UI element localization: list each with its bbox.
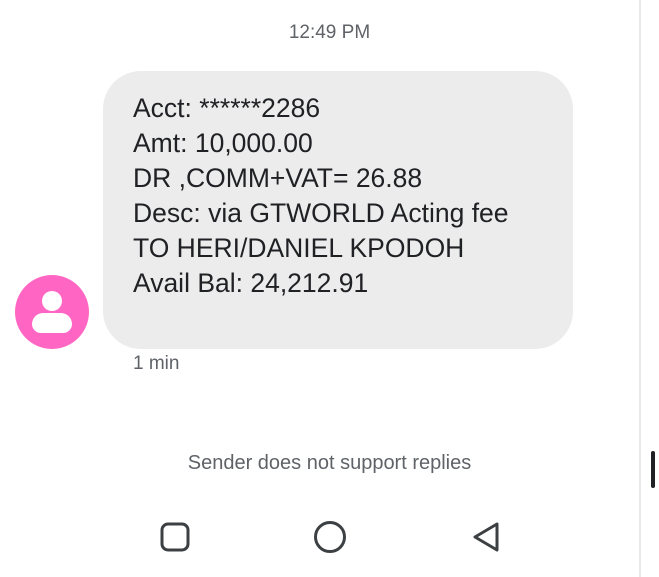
message-bubble[interactable]: Acct: ******2286 Amt: 10,000.00 DR ,COMM…	[103, 71, 573, 349]
sms-conversation-screen: 12:49 PM Acct: ******2286 Amt: 10,000.00…	[0, 0, 659, 577]
message-time-ago: 1 min	[133, 353, 180, 374]
person-icon-body	[32, 313, 72, 333]
message-line-account: Acct: ******2286	[133, 93, 321, 123]
message-timestamp: 12:49 PM	[288, 22, 371, 43]
recents-square-icon	[160, 522, 190, 552]
person-icon-head	[42, 291, 62, 311]
screen-edge-divider	[639, 0, 641, 577]
recents-button[interactable]	[155, 517, 195, 557]
back-triangle-icon	[473, 522, 499, 552]
scrollbar-thumb[interactable]	[651, 451, 655, 488]
message-line-description: Desc: via GTWORLD Acting fee	[133, 198, 509, 228]
message-line-amount: Amt: 10,000.00	[133, 128, 313, 158]
sender-avatar[interactable]	[15, 275, 89, 349]
message-line-charges: DR ,COMM+VAT= 26.88	[133, 163, 423, 193]
home-button[interactable]	[310, 517, 350, 557]
system-navigation-bar	[0, 505, 659, 565]
no-reply-notice: Sender does not support replies	[187, 452, 472, 474]
home-circle-icon	[314, 521, 346, 553]
message-line-recipient: TO HERI/DANIEL KPODOH	[133, 233, 465, 263]
message-line-balance: Avail Bal: 24,212.91	[133, 268, 369, 298]
back-button[interactable]	[466, 517, 506, 557]
